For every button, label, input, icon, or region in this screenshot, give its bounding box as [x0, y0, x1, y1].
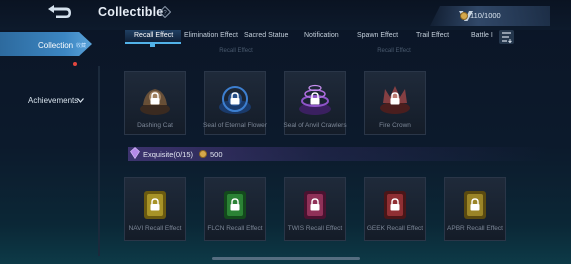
lock-icon	[150, 92, 160, 105]
card-label: APBR Recall Effect	[447, 225, 503, 232]
tab-recall-effect[interactable]: Recall Effect	[134, 32, 173, 39]
effect-card-fire-crown[interactable]: Fire Crown	[364, 71, 426, 135]
card-label: NAVI Recall Effect	[128, 225, 182, 232]
effect-card-dashing-cat[interactable]: Dashing Cat	[124, 71, 186, 135]
lock-icon	[390, 198, 400, 211]
filter-icon[interactable]	[499, 30, 514, 44]
sidebar: Collection 收藏 Achievements	[0, 30, 98, 264]
sidebar-item-collection[interactable]: Collection 收藏	[0, 32, 92, 56]
lock-icon	[310, 198, 320, 211]
effect-card-navi[interactable]: NAVI Recall Effect	[124, 177, 186, 241]
lock-icon	[310, 92, 320, 105]
effect-card-flcn[interactable]: FLCN Recall Effect	[204, 177, 266, 241]
tab-trail-effect[interactable]: Trail Effect	[416, 32, 449, 39]
help-icon[interactable]: ?	[158, 5, 172, 19]
tab-notification[interactable]: Notification	[304, 32, 339, 39]
section-title: Exquisite(0/15)	[143, 150, 194, 159]
card-label: FLCN Recall Effect	[207, 225, 263, 232]
chevron-down-icon[interactable]	[77, 98, 84, 103]
sidebar-item-sublabel: 收藏	[76, 43, 87, 49]
back-arrow-icon	[48, 5, 71, 18]
card-label: Dashing Cat	[137, 122, 173, 129]
lock-icon	[230, 92, 240, 105]
tab-spawn-effect[interactable]: Spawn Effect	[357, 32, 398, 39]
lock-icon	[150, 198, 160, 211]
card-label: TWIS Recall Effect	[287, 225, 343, 232]
effect-card-geek[interactable]: GEEK Recall Effect	[364, 177, 426, 241]
sidebar-item-label: Collection	[38, 41, 74, 50]
effect-card-seal-of-anvil-crawlers[interactable]: Seal of Anvil Crawlers	[283, 71, 347, 135]
page-title: Collectible	[98, 5, 164, 19]
tab-battle[interactable]: Battle I	[471, 32, 493, 39]
sidebar-divider	[98, 66, 100, 256]
card-label: Fire Crown	[379, 122, 411, 129]
sidebar-item-achievements[interactable]: Achievements	[28, 96, 78, 105]
tab-bar: Recall Effect Elimination Effect Sacred …	[118, 30, 558, 46]
notification-dot	[73, 62, 77, 66]
card-label: GEEK Recall Effect	[366, 225, 424, 232]
card-label: Seal of Anvil Crawlers	[283, 122, 347, 129]
tab-elimination-effect[interactable]: Elimination Effect	[184, 32, 238, 39]
lock-icon	[230, 198, 240, 211]
scrolled-row-label: Recall Effect	[219, 48, 253, 54]
tab-sacred-statue[interactable]: Sacred Statue	[244, 32, 288, 39]
lock-icon	[390, 92, 400, 105]
effect-card-seal-of-eternal-flower[interactable]: Seal of Eternal Flower	[203, 71, 267, 135]
scrolled-row-label: Recall Effect	[377, 48, 411, 54]
home-indicator	[212, 257, 360, 260]
progress-value: 110/1000	[470, 11, 501, 20]
effect-card-apbr[interactable]: APBR Recall Effect	[444, 177, 506, 241]
gem-icon	[130, 147, 140, 159]
lock-icon	[470, 198, 480, 211]
effect-card-twis[interactable]: TWIS Recall Effect	[284, 177, 346, 241]
coin-icon	[199, 150, 207, 158]
back-button[interactable]	[44, 4, 74, 22]
section-price: 500	[210, 150, 223, 159]
card-label: Seal of Eternal Flower	[203, 122, 267, 129]
coin-icon	[460, 12, 468, 20]
